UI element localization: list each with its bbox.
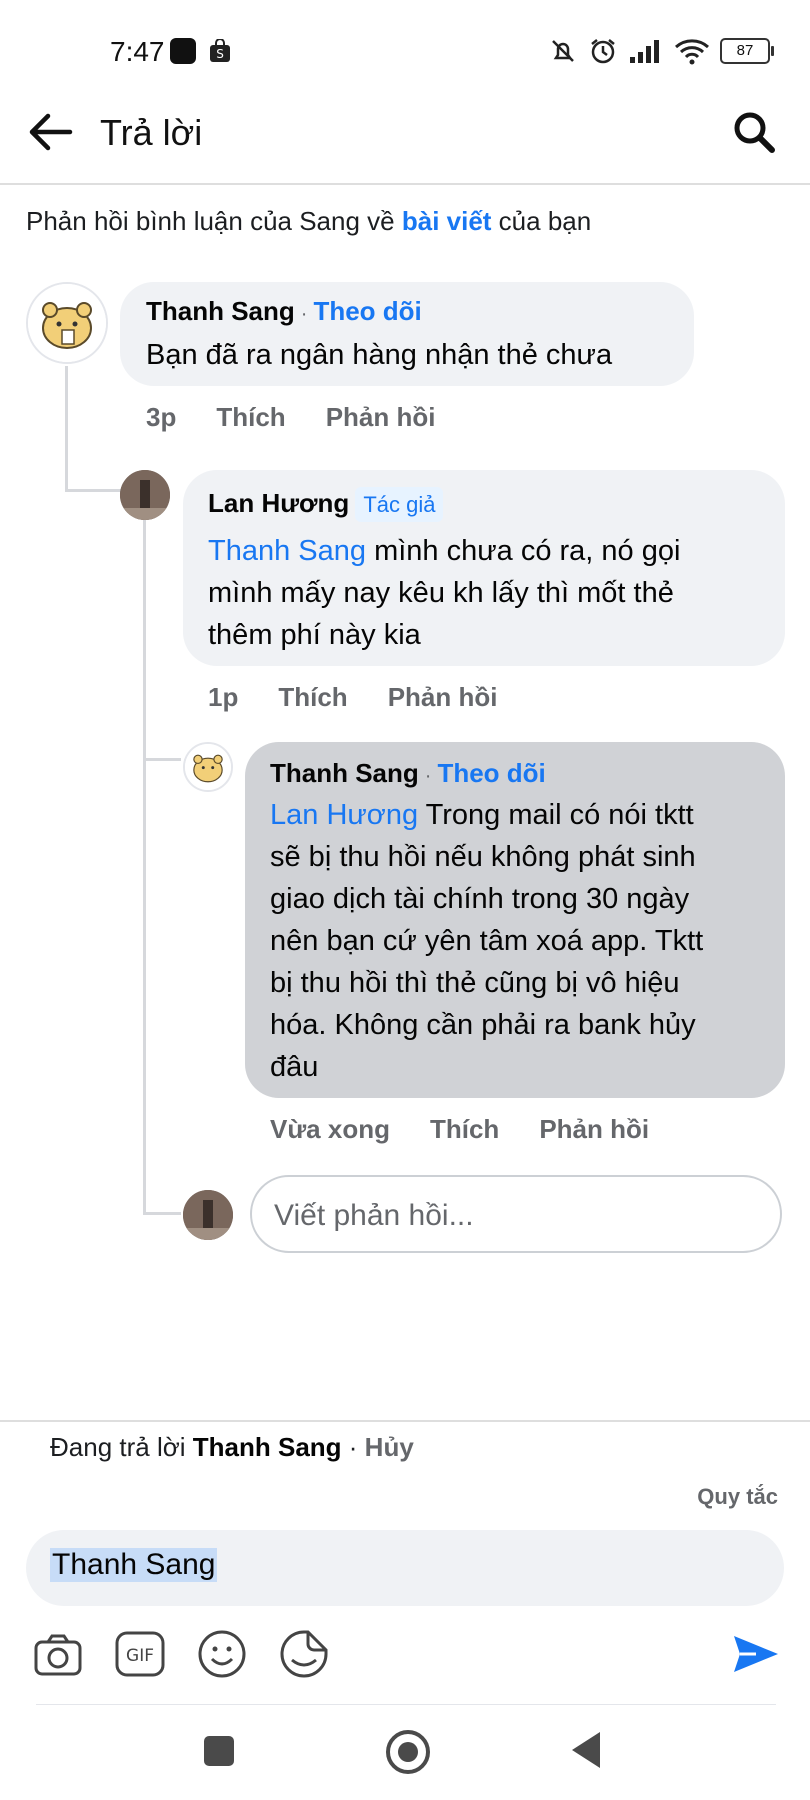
rules-link[interactable]: Quy tắc — [697, 1484, 778, 1510]
separator-dot: · — [300, 303, 308, 325]
emoji-icon[interactable] — [196, 1628, 248, 1680]
comment-actions: 3p Thích Phản hồi — [146, 402, 475, 433]
comment-line: hóa. Không cần phải ra bank hủy — [270, 1009, 696, 1041]
composer-text[interactable]: Thanh Sang — [50, 1548, 218, 1582]
comment-line: Trong mail có nói tktt — [418, 799, 694, 831]
comment-time: 1p — [208, 682, 239, 712]
battery-indicator: 87 — [720, 38, 774, 64]
bear-avatar-icon — [185, 744, 231, 790]
comment-header: Thanh Sang · Theo dõi — [146, 296, 422, 327]
reply-button[interactable]: Phản hồi — [326, 402, 436, 432]
mute-bell-icon — [552, 40, 574, 62]
gif-label: GIF — [126, 1646, 154, 1666]
comment-line: mình chưa có ra, nó gọi — [366, 535, 681, 567]
thread-line — [143, 758, 181, 761]
gif-icon[interactable]: GIF — [114, 1628, 166, 1680]
comment-actions: 1p Thích Phản hồi — [208, 682, 537, 713]
cancel-reply-button[interactable]: Hủy — [365, 1432, 414, 1462]
comment-author[interactable]: Thanh Sang — [270, 758, 419, 788]
sticker-icon[interactable] — [278, 1628, 330, 1680]
signal-icon — [630, 40, 659, 63]
person-avatar-icon — [120, 470, 170, 520]
thread-line — [65, 366, 68, 492]
avatar[interactable] — [183, 742, 233, 792]
notification-icon — [170, 38, 196, 64]
back-arrow-icon[interactable] — [26, 110, 76, 154]
comment-line: giao dịch tài chính trong 30 ngày — [270, 883, 690, 915]
header-divider — [0, 183, 810, 185]
comment-line: bị thu hồi thì thẻ cũng bị vô hiệu — [270, 967, 680, 999]
status-icons: 87 — [548, 34, 774, 68]
page-title: Trả lời — [100, 112, 203, 153]
comment-time: 3p — [146, 402, 177, 432]
replying-name: Thanh Sang — [192, 1432, 342, 1462]
nav-back-button[interactable] — [572, 1732, 600, 1768]
recents-button[interactable] — [204, 1736, 234, 1766]
reply-button[interactable]: Phản hồi — [539, 1114, 649, 1144]
thread-line — [143, 520, 146, 1214]
comment-time: Vừa xong — [270, 1114, 390, 1144]
reply-input[interactable]: Viết phản hồi... — [250, 1175, 782, 1253]
like-button[interactable]: Thích — [278, 682, 347, 712]
comment-header: Thanh Sang · Theo dõi — [270, 758, 546, 789]
like-button[interactable]: Thích — [430, 1114, 499, 1144]
comment-text: Bạn đã ra ngân hàng nhận thẻ chưa — [146, 339, 613, 371]
comment-line: sẽ bị thu hồi nếu không phát sinh — [270, 841, 696, 873]
comment-line: mình mấy nay kêu kh lấy thì mốt thẻ — [208, 577, 674, 609]
comment-text: Lan Hương Trong mail có nói tktt sẽ bị t… — [270, 794, 703, 1088]
wifi-icon — [675, 39, 709, 65]
follow-link[interactable]: Theo dõi — [437, 758, 545, 788]
replying-to: Đang trả lời Thanh Sang · Hủy — [50, 1432, 414, 1463]
comment-line: nên bạn cứ yên tâm xoá app. Tktt — [270, 925, 704, 957]
comment-author[interactable]: Thanh Sang — [146, 296, 295, 326]
thread-line — [143, 1212, 181, 1215]
bear-avatar-icon — [28, 284, 106, 362]
svg-text:S: S — [216, 47, 224, 61]
follow-link[interactable]: Theo dõi — [313, 296, 421, 326]
toolbar-divider — [36, 1704, 776, 1705]
comment-line: thêm phí này kia — [208, 619, 421, 651]
reply-button[interactable]: Phản hồi — [388, 682, 498, 712]
search-icon[interactable] — [730, 108, 778, 156]
person-avatar-icon — [183, 1190, 233, 1240]
comment-author[interactable]: Lan Hương — [208, 488, 349, 518]
comment-text: Thanh Sang mình chưa có ra, nó gọi mình … — [208, 530, 680, 656]
avatar[interactable] — [120, 470, 170, 520]
replying-separator: · — [341, 1432, 365, 1462]
context-suffix: của bạn — [491, 206, 592, 236]
camera-icon[interactable] — [32, 1628, 84, 1680]
post-link[interactable]: bài viết — [402, 206, 492, 236]
comment-actions: Vừa xong Thích Phản hồi — [270, 1114, 689, 1145]
separator-dot: · — [424, 765, 432, 787]
comment-line: đâu — [270, 1051, 319, 1083]
composer-divider — [0, 1420, 810, 1422]
context-prefix: Phản hồi bình luận của Sang về — [26, 206, 402, 236]
mention-link[interactable]: Thanh Sang — [208, 535, 366, 567]
status-time: 7:47 — [110, 36, 165, 67]
thread-line — [65, 489, 121, 492]
comment-header: Lan Hương Tác giả — [208, 487, 444, 522]
alarm-icon — [591, 39, 615, 64]
author-badge: Tác giả — [355, 487, 444, 522]
send-icon[interactable] — [730, 1628, 782, 1680]
context-line: Phản hồi bình luận của Sang về bài viết … — [26, 206, 591, 237]
shop-icon: S — [210, 39, 230, 62]
home-button[interactable] — [386, 1730, 430, 1774]
like-button[interactable]: Thích — [216, 402, 285, 432]
avatar[interactable] — [26, 282, 108, 364]
replying-prefix: Đang trả lời — [50, 1432, 193, 1462]
mention-link[interactable]: Lan Hương — [270, 799, 418, 831]
avatar — [183, 1190, 233, 1240]
